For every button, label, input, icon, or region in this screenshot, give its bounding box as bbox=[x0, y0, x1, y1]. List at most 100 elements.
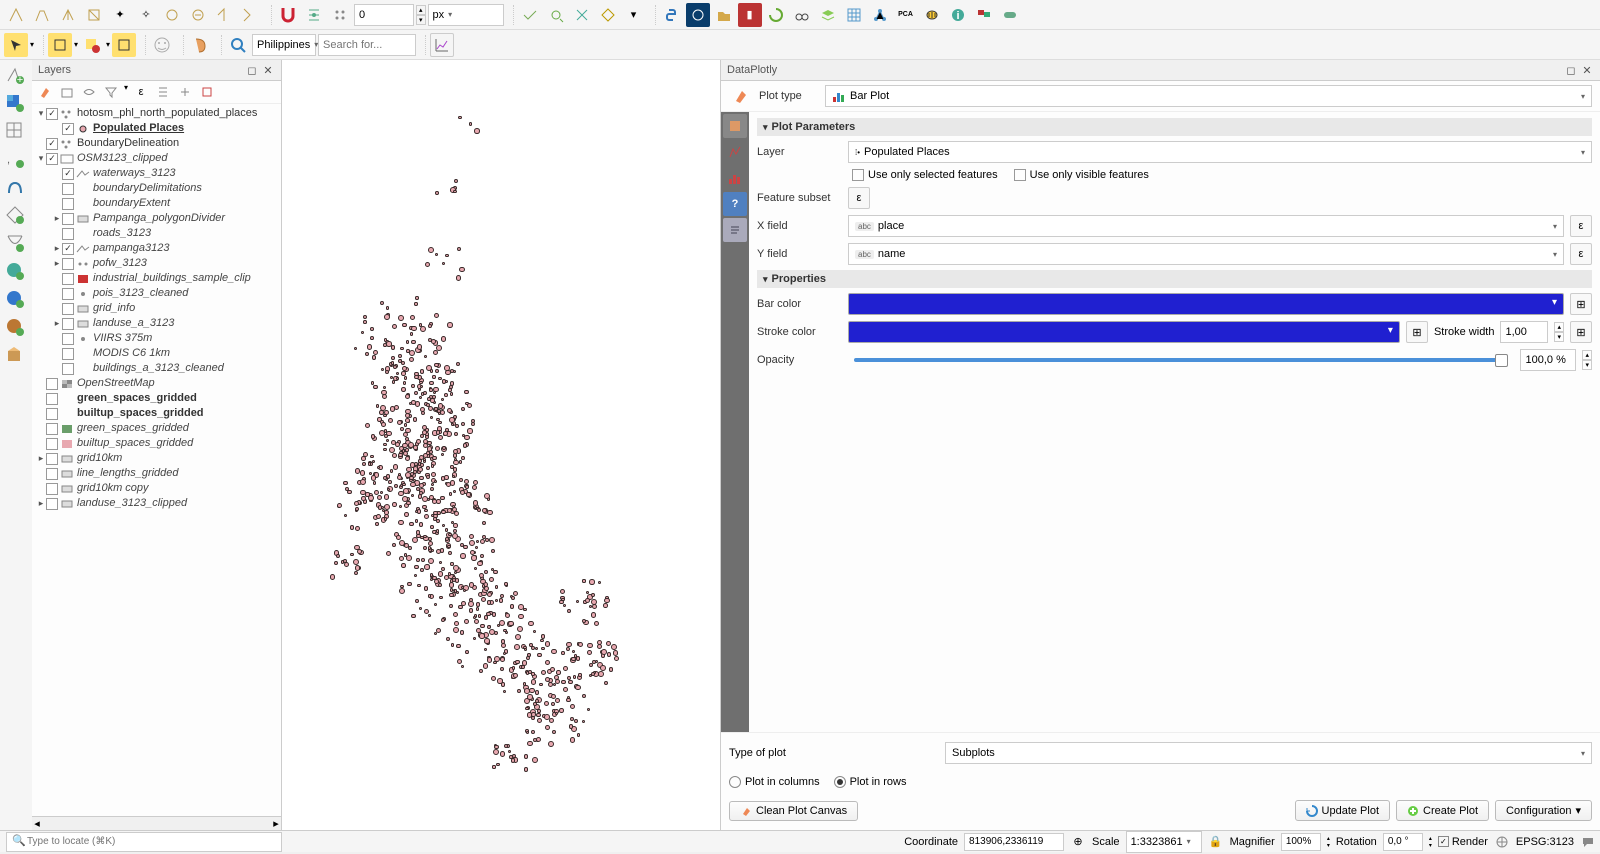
style-icon[interactable] bbox=[36, 83, 54, 101]
lock-icon[interactable]: 🔒 bbox=[1208, 834, 1224, 850]
layer-combo[interactable]: ⁞•Populated Places bbox=[848, 141, 1592, 163]
undock-icon[interactable]: ◻ bbox=[1564, 63, 1578, 77]
layer-item[interactable]: ▾✓hotosm_phl_north_populated_places bbox=[32, 106, 281, 121]
data-defined-icon[interactable]: ⊞ bbox=[1570, 293, 1592, 315]
tool-icon[interactable] bbox=[56, 3, 80, 27]
close-icon[interactable]: ✕ bbox=[261, 63, 275, 77]
network-icon[interactable] bbox=[868, 3, 892, 27]
layer-item[interactable]: buildings_a_3123_cleaned bbox=[32, 361, 281, 376]
tool-icon[interactable] bbox=[518, 3, 542, 27]
topo-icon[interactable] bbox=[328, 3, 352, 27]
opacity-input[interactable] bbox=[1520, 349, 1576, 371]
add-wms-icon[interactable] bbox=[2, 258, 28, 284]
add-virtual-icon[interactable] bbox=[2, 230, 28, 256]
tab-plot[interactable] bbox=[723, 166, 747, 190]
add-gps-icon[interactable] bbox=[2, 174, 28, 200]
layer-item[interactable]: MODIS C6 1km bbox=[32, 346, 281, 361]
green-icon[interactable] bbox=[764, 3, 788, 27]
layers-icon[interactable] bbox=[816, 3, 840, 27]
plugin-icon[interactable] bbox=[686, 3, 710, 27]
data-defined-icon[interactable]: ⊞ bbox=[1406, 321, 1428, 343]
clean-plot-button[interactable]: Clean Plot Canvas bbox=[729, 801, 858, 821]
select-all-icon[interactable] bbox=[112, 33, 136, 57]
layer-item[interactable]: green_spaces_gridded bbox=[32, 421, 281, 436]
epsg-label[interactable]: EPSG:3123 bbox=[1516, 836, 1574, 848]
face-icon[interactable] bbox=[150, 33, 174, 57]
tool-icon[interactable] bbox=[82, 3, 106, 27]
folder-icon[interactable] bbox=[712, 3, 736, 27]
select-icon[interactable] bbox=[4, 33, 28, 57]
search-input[interactable] bbox=[318, 34, 416, 56]
collapse-icon[interactable] bbox=[176, 83, 194, 101]
tool-icon[interactable] bbox=[160, 3, 184, 27]
layer-hscroll[interactable]: ◂ ▸ bbox=[32, 816, 281, 830]
layer-item[interactable]: ▾✓OSM3123_clipped bbox=[32, 151, 281, 166]
layer-item[interactable]: builtup_spaces_gridded bbox=[32, 436, 281, 451]
layer-item[interactable]: boundaryExtent bbox=[32, 196, 281, 211]
stroke-color-button[interactable] bbox=[848, 321, 1400, 343]
tool-icon[interactable] bbox=[570, 3, 594, 27]
update-plot-button[interactable]: Update Plot bbox=[1295, 800, 1390, 821]
layer-item[interactable]: grid10km copy bbox=[32, 481, 281, 496]
use-visible-check[interactable]: Use only visible features bbox=[1014, 169, 1149, 181]
magnet-icon[interactable] bbox=[276, 3, 300, 27]
mag-input[interactable] bbox=[1281, 833, 1321, 851]
grid-icon[interactable] bbox=[842, 3, 866, 27]
tool-icon[interactable]: ▾ bbox=[622, 3, 646, 27]
search-icon[interactable] bbox=[226, 33, 250, 57]
crs-icon[interactable] bbox=[1494, 834, 1510, 850]
python-icon[interactable] bbox=[660, 3, 684, 27]
info-icon[interactable]: i bbox=[946, 3, 970, 27]
layer-item[interactable]: ▸Pampanga_polygonDivider bbox=[32, 211, 281, 226]
chart-icon[interactable] bbox=[430, 33, 454, 57]
layer-item[interactable]: builtup_spaces_gridded bbox=[32, 406, 281, 421]
plot-rows-radio[interactable]: Plot in rows bbox=[834, 776, 907, 788]
tool-icon[interactable] bbox=[212, 3, 236, 27]
layer-item[interactable]: VIIRS 375m bbox=[32, 331, 281, 346]
bar-color-button[interactable] bbox=[848, 293, 1564, 315]
close-icon[interactable]: ✕ bbox=[1580, 63, 1594, 77]
messages-icon[interactable] bbox=[1580, 834, 1596, 850]
layer-item[interactable]: boundaryDelimitations bbox=[32, 181, 281, 196]
tab-code[interactable] bbox=[723, 218, 747, 242]
tool-icon[interactable] bbox=[596, 3, 620, 27]
create-plot-button[interactable]: Create Plot bbox=[1396, 800, 1489, 821]
add-delimited-icon[interactable]: , bbox=[2, 146, 28, 172]
render-check[interactable]: ✓Render bbox=[1438, 836, 1488, 848]
layer-item[interactable]: OpenStreetMap bbox=[32, 376, 281, 391]
layer-item[interactable]: ✓Populated Places bbox=[32, 121, 281, 136]
expression-icon[interactable]: ε bbox=[132, 83, 150, 101]
expand-icon[interactable] bbox=[154, 83, 172, 101]
stroke-width-input[interactable] bbox=[1500, 321, 1548, 343]
add-mesh-icon[interactable] bbox=[2, 118, 28, 144]
country-combo[interactable]: Philippines bbox=[252, 34, 316, 56]
game-icon[interactable] bbox=[998, 3, 1022, 27]
remove-icon[interactable] bbox=[198, 83, 216, 101]
visibility-icon[interactable] bbox=[80, 83, 98, 101]
tool-icon[interactable] bbox=[4, 3, 28, 27]
layer-item[interactable]: line_lengths_gridded bbox=[32, 466, 281, 481]
layer-item[interactable]: grid_info bbox=[32, 301, 281, 316]
expression-icon[interactable]: ε bbox=[1570, 243, 1592, 265]
scale-combo[interactable]: 1:3323861 bbox=[1126, 831, 1202, 853]
add-package-icon[interactable] bbox=[2, 342, 28, 368]
plot-type-combo[interactable]: Bar Plot bbox=[825, 85, 1592, 107]
add-wcs-icon[interactable] bbox=[2, 286, 28, 312]
select-rect-icon[interactable] bbox=[48, 33, 72, 57]
use-selected-check[interactable]: Use only selected features bbox=[852, 169, 998, 181]
section-plot-params[interactable]: Plot Parameters bbox=[757, 118, 1592, 136]
undock-icon[interactable]: ◻ bbox=[245, 63, 259, 77]
y-field-combo[interactable]: abcname bbox=[848, 243, 1564, 265]
expression-icon[interactable]: ε bbox=[1570, 215, 1592, 237]
tool-icon[interactable]: ✦ bbox=[108, 3, 132, 27]
layer-item[interactable]: ▸pofw_3123 bbox=[32, 256, 281, 271]
layer-item[interactable]: green_spaces_gridded bbox=[32, 391, 281, 406]
layer-item[interactable]: roads_3123 bbox=[32, 226, 281, 241]
bee-icon[interactable] bbox=[920, 3, 944, 27]
layer-item[interactable]: ✓waterways_3123 bbox=[32, 166, 281, 181]
map-canvas[interactable] bbox=[282, 60, 720, 830]
tab-customize[interactable] bbox=[723, 140, 747, 164]
tool-icon[interactable] bbox=[30, 3, 54, 27]
configuration-button[interactable]: Configuration ▾ bbox=[1495, 800, 1592, 821]
filter-icon[interactable] bbox=[102, 83, 120, 101]
